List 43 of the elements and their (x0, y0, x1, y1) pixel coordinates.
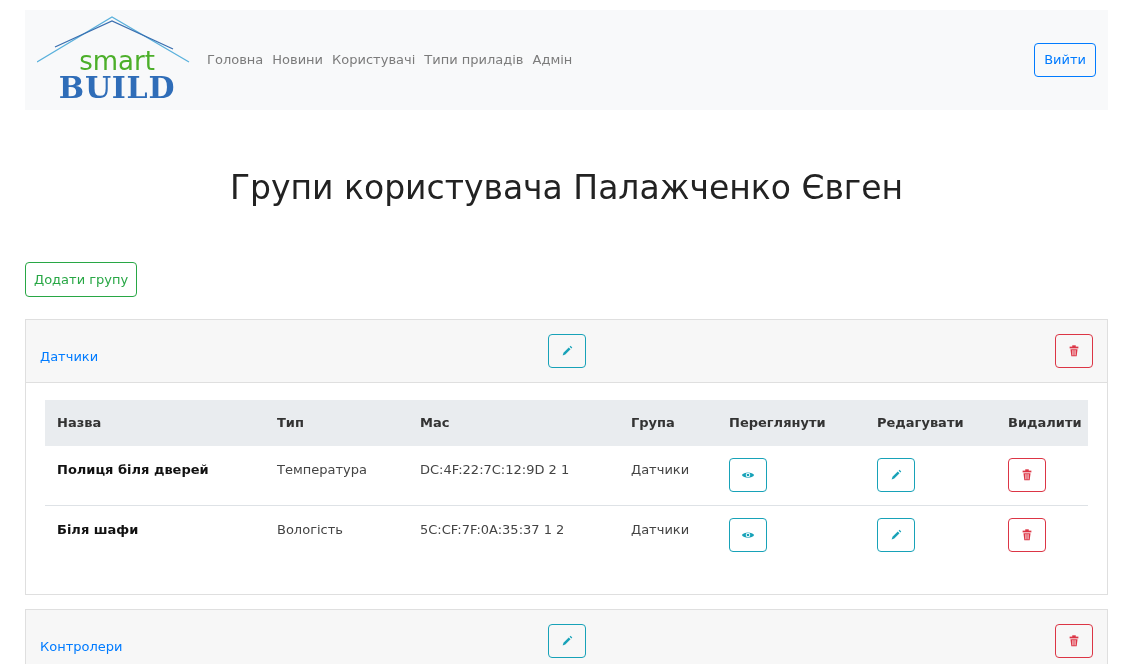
table-cell: Датчики (619, 505, 717, 564)
group-link[interactable]: Датчики (40, 347, 548, 367)
edit-button[interactable] (877, 458, 915, 492)
delete-button[interactable] (1055, 624, 1093, 658)
column-header: Переглянути (717, 400, 865, 446)
nav-link[interactable]: Типи приладів (424, 50, 524, 70)
table-cell: Температура (265, 446, 408, 505)
page-title: Групи користувача Палажченко Євген (228, 167, 905, 209)
group-link[interactable]: Контролери (40, 637, 548, 657)
delete-button[interactable] (1055, 334, 1093, 368)
pencil-icon (889, 527, 903, 542)
table-cell: Полиця біля дверей (45, 446, 265, 505)
column-header: Тип (265, 400, 408, 446)
add-group-button[interactable]: Додати групу (25, 262, 138, 297)
trash-icon (1020, 527, 1034, 542)
logo-text: smart (79, 49, 155, 73)
view-button[interactable] (729, 517, 767, 552)
nav-link[interactable]: Новини (272, 50, 324, 70)
nav-link[interactable]: Головна (207, 50, 264, 70)
edit-button[interactable] (547, 334, 586, 368)
table-cell: Датчики (619, 446, 717, 505)
delete-button[interactable] (1008, 517, 1046, 552)
column-header: Mac (408, 400, 619, 446)
column-header: Видалити (996, 400, 1088, 446)
table-cell: 5C:CF:7F:0A:35:37 1 2 (408, 505, 619, 564)
edit-button[interactable] (547, 624, 586, 658)
logo-text: BUILD (58, 73, 176, 103)
delete-button[interactable] (1008, 458, 1046, 492)
column-header: Група (619, 400, 717, 446)
nav-link[interactable]: Адмін (532, 50, 573, 70)
table-cell: Біля шафи (45, 505, 265, 564)
nav-link[interactable]: Користувачі (332, 50, 416, 70)
view-button[interactable] (729, 458, 767, 492)
edit-button[interactable] (877, 517, 915, 552)
trash-icon (1067, 634, 1081, 648)
pencil-icon (889, 468, 903, 482)
trash-icon (1067, 344, 1081, 358)
table-cell: DC:4F:22:7C:12:9D 2 1 (408, 446, 619, 505)
logout-button[interactable]: Вийти (1034, 43, 1096, 77)
column-header: Редагувати (865, 400, 996, 446)
column-header: Назва (45, 400, 265, 446)
table-cell: Вологість (265, 505, 408, 564)
trash-icon (1020, 468, 1034, 482)
